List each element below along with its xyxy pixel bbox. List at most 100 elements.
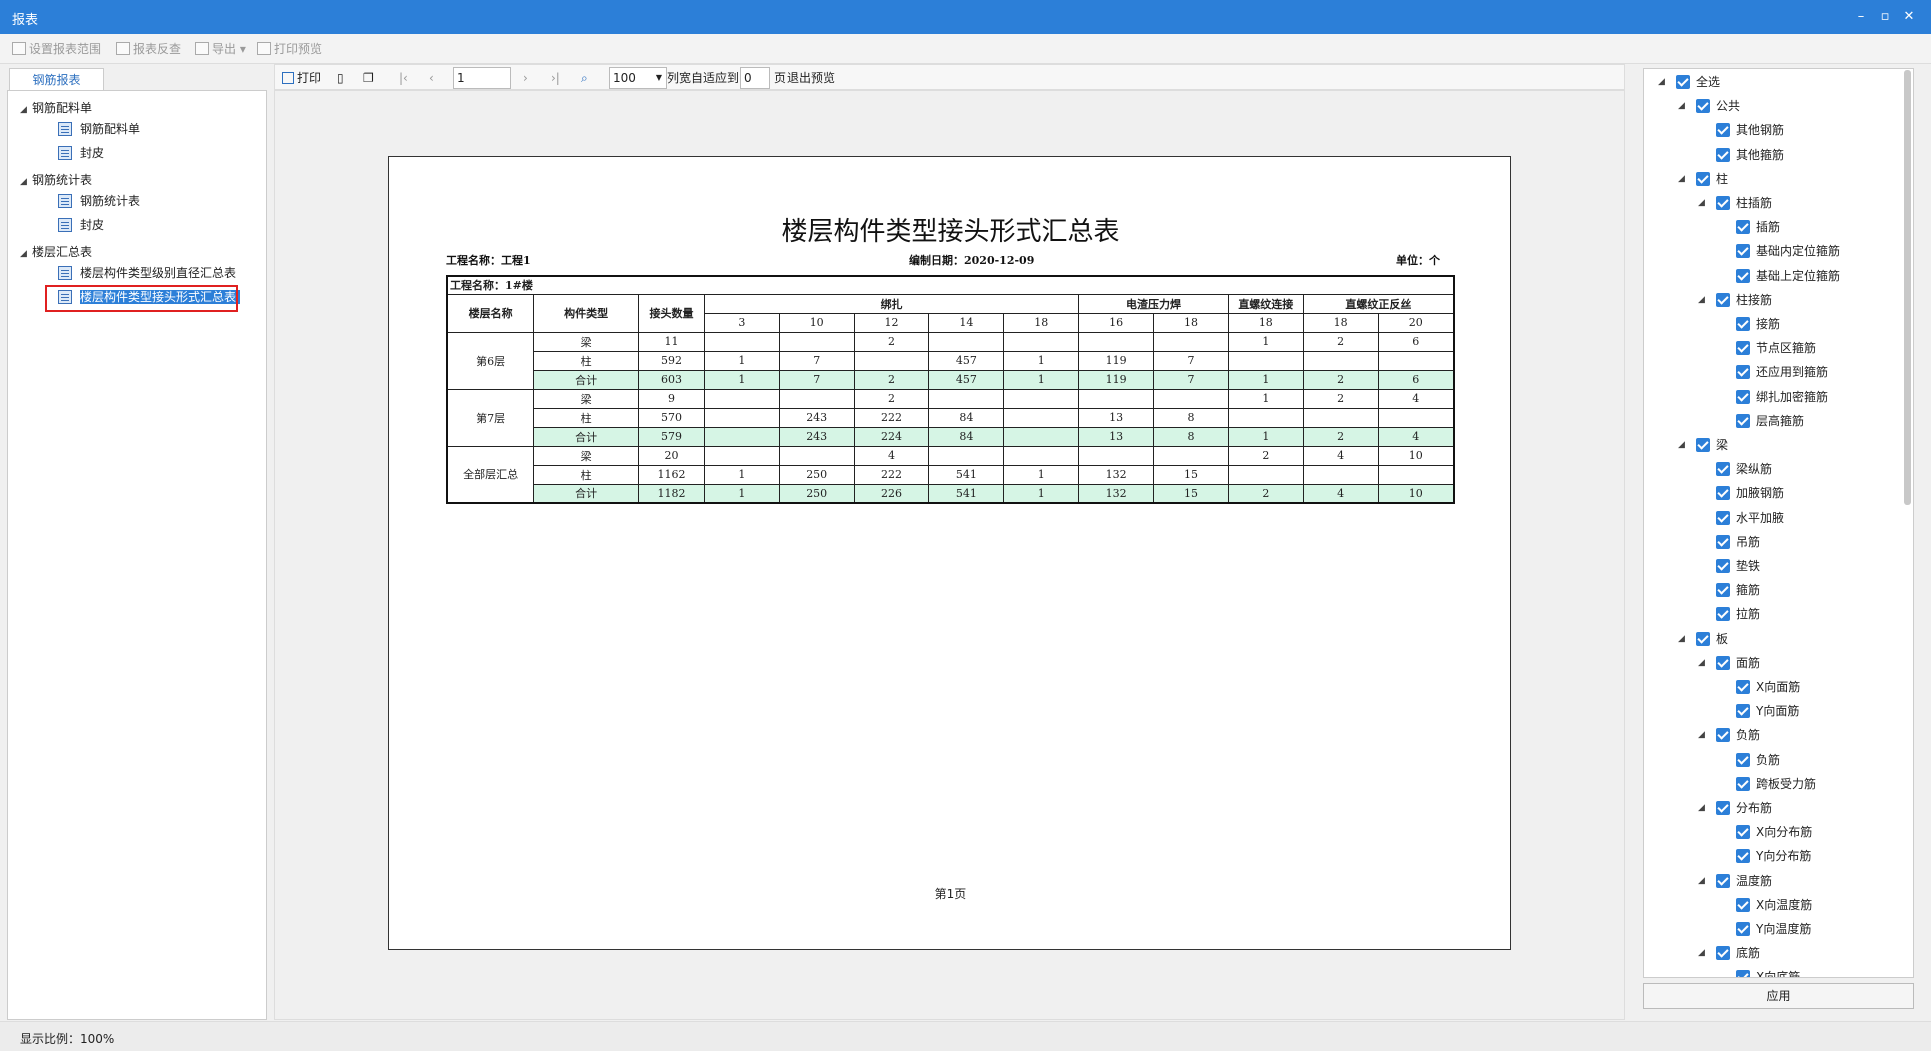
checkbox-checked-icon[interactable] bbox=[1716, 946, 1730, 961]
collapse-icon[interactable]: ◢ bbox=[1698, 291, 1710, 309]
checkbox-checked-icon[interactable] bbox=[1696, 99, 1710, 114]
checkbox-checked-icon[interactable] bbox=[1716, 123, 1730, 138]
prev-page-icon[interactable]: ‹ bbox=[429, 69, 434, 87]
collapse-icon[interactable]: ◢ bbox=[20, 101, 32, 119]
filter-item[interactable]: X向温度筋 bbox=[1736, 896, 1812, 914]
filter-item[interactable]: X向分布筋 bbox=[1736, 823, 1812, 841]
tree-item-stats-sheet[interactable]: 钢筋统计表 bbox=[58, 191, 140, 211]
filter-item[interactable]: X向面筋 bbox=[1736, 678, 1800, 696]
print-button[interactable]: 打印 bbox=[282, 69, 321, 87]
filter-item[interactable]: 其他箍筋 bbox=[1716, 146, 1784, 164]
collapse-icon[interactable]: ◢ bbox=[1678, 436, 1690, 454]
checkbox-checked-icon[interactable] bbox=[1716, 292, 1730, 307]
checkbox-checked-icon[interactable] bbox=[1696, 631, 1710, 646]
collapse-icon[interactable]: ◢ bbox=[20, 173, 32, 191]
checkbox-checked-icon[interactable] bbox=[1696, 171, 1710, 186]
checkbox-checked-icon[interactable] bbox=[1736, 244, 1750, 259]
checkbox-checked-icon[interactable] bbox=[1676, 75, 1690, 89]
checkbox-checked-icon[interactable] bbox=[1716, 801, 1730, 815]
zoom-select[interactable]: 100 ▼ bbox=[609, 67, 667, 89]
filter-item[interactable]: Y向温度筋 bbox=[1736, 920, 1811, 938]
checkbox-checked-icon[interactable] bbox=[1716, 510, 1730, 525]
filter-item[interactable]: ◢ 板 bbox=[1678, 630, 1728, 648]
collapse-icon[interactable]: ◢ bbox=[1658, 73, 1670, 91]
filter-item[interactable]: 垫铁 bbox=[1716, 557, 1760, 575]
filter-item[interactable]: ◢ 柱插筋 bbox=[1698, 194, 1772, 212]
tree-item-cover-1[interactable]: 封皮 bbox=[58, 143, 104, 163]
collapse-icon[interactable]: ◢ bbox=[1698, 872, 1710, 890]
page-number-input[interactable]: 1 bbox=[453, 67, 511, 89]
first-page-icon[interactable]: |‹ bbox=[399, 69, 408, 87]
close-icon[interactable]: ✕ bbox=[1900, 8, 1918, 26]
checkbox-checked-icon[interactable] bbox=[1716, 655, 1730, 670]
collapse-icon[interactable]: ◢ bbox=[1698, 726, 1710, 744]
tab-rebar-reports[interactable]: 钢筋报表 bbox=[9, 68, 104, 91]
checkbox-checked-icon[interactable] bbox=[1716, 462, 1730, 477]
tree-item-batch-sheet[interactable]: 钢筋配料单 bbox=[58, 119, 140, 139]
collapse-icon[interactable]: ◢ bbox=[1678, 630, 1690, 648]
checkbox-checked-icon[interactable] bbox=[1736, 970, 1750, 977]
checkbox-checked-icon[interactable] bbox=[1716, 873, 1730, 888]
filter-item[interactable]: Y向面筋 bbox=[1736, 702, 1799, 720]
tree-group-stats[interactable]: ◢ 钢筋统计表 bbox=[20, 171, 92, 189]
print-preview-button[interactable]: 打印预览 bbox=[257, 40, 322, 58]
checkbox-checked-icon[interactable] bbox=[1716, 583, 1730, 598]
checkbox-checked-icon[interactable] bbox=[1736, 341, 1750, 356]
collapse-icon[interactable]: ◢ bbox=[1698, 799, 1710, 817]
checkbox-checked-icon[interactable] bbox=[1736, 413, 1750, 428]
checkbox-checked-icon[interactable] bbox=[1736, 365, 1750, 380]
checkbox-checked-icon[interactable] bbox=[1716, 559, 1730, 573]
checkbox-checked-icon[interactable] bbox=[1736, 776, 1750, 791]
filter-item[interactable]: 负筋 bbox=[1736, 751, 1780, 769]
checkbox-checked-icon[interactable] bbox=[1736, 680, 1750, 694]
filter-item[interactable]: 节点区箍筋 bbox=[1736, 339, 1816, 357]
tree-group-batch[interactable]: ◢ 钢筋配料单 bbox=[20, 99, 92, 117]
filter-item[interactable]: 加腋钢筋 bbox=[1716, 484, 1784, 502]
set-range-button[interactable]: 设置报表范围 bbox=[12, 40, 101, 58]
collapse-icon[interactable]: ◢ bbox=[20, 245, 32, 263]
export-button[interactable]: 导出 ▾ bbox=[195, 40, 246, 58]
filter-item[interactable]: 跨板受力筋 bbox=[1736, 775, 1816, 793]
checkbox-checked-icon[interactable] bbox=[1736, 922, 1750, 936]
page-setup-icon[interactable]: ▯ bbox=[337, 69, 344, 87]
filter-item[interactable]: ◢ 梁 bbox=[1678, 436, 1728, 454]
checkbox-checked-icon[interactable] bbox=[1736, 849, 1750, 864]
collapse-icon[interactable]: ◢ bbox=[1678, 170, 1690, 188]
collapse-icon[interactable]: ◢ bbox=[1698, 194, 1710, 212]
filter-item[interactable]: ◢ 负筋 bbox=[1698, 726, 1760, 744]
filter-item[interactable]: 基础上定位箍筋 bbox=[1736, 267, 1840, 285]
checkbox-checked-icon[interactable] bbox=[1716, 147, 1730, 162]
filter-item[interactable]: 其他钢筋 bbox=[1716, 121, 1784, 139]
collapse-icon[interactable]: ◢ bbox=[1678, 97, 1690, 115]
filter-item[interactable]: 基础内定位箍筋 bbox=[1736, 242, 1840, 260]
checkbox-checked-icon[interactable] bbox=[1736, 897, 1750, 912]
checkbox-checked-icon[interactable] bbox=[1716, 728, 1730, 743]
filter-item[interactable]: ◢ 柱 bbox=[1678, 170, 1728, 188]
checkbox-checked-icon[interactable] bbox=[1716, 196, 1730, 210]
filter-scrollbar[interactable] bbox=[1904, 70, 1911, 505]
checkbox-checked-icon[interactable] bbox=[1716, 486, 1730, 501]
filter-item[interactable]: 水平加腋 bbox=[1716, 509, 1784, 527]
copy-icon[interactable]: ❐ bbox=[363, 69, 374, 87]
filter-item[interactable]: ◢ 柱接筋 bbox=[1698, 291, 1772, 309]
checkbox-checked-icon[interactable] bbox=[1736, 317, 1750, 331]
reverse-button[interactable]: 报表反查 bbox=[116, 40, 181, 58]
checkbox-checked-icon[interactable] bbox=[1736, 752, 1750, 767]
filter-item[interactable]: 吊筋 bbox=[1716, 533, 1760, 551]
filter-item[interactable]: ◢ 公共 bbox=[1678, 97, 1740, 115]
checkbox-checked-icon[interactable] bbox=[1736, 389, 1750, 404]
next-page-icon[interactable]: › bbox=[523, 69, 528, 87]
tree-item-cover-2[interactable]: 封皮 bbox=[58, 215, 104, 235]
last-page-icon[interactable]: ›| bbox=[551, 69, 560, 87]
checkbox-checked-icon[interactable] bbox=[1696, 438, 1710, 452]
checkbox-checked-icon[interactable] bbox=[1716, 534, 1730, 549]
checkbox-checked-icon[interactable] bbox=[1736, 220, 1750, 235]
filter-item[interactable]: 箍筋 bbox=[1716, 581, 1760, 599]
filter-item[interactable]: 梁纵筋 bbox=[1716, 460, 1772, 478]
filter-item[interactable]: Y向分布筋 bbox=[1736, 847, 1811, 865]
filter-item[interactable]: 绑扎加密箍筋 bbox=[1736, 388, 1828, 406]
minimize-icon[interactable]: – bbox=[1852, 8, 1870, 26]
checkbox-checked-icon[interactable] bbox=[1736, 704, 1750, 719]
filter-item[interactable]: ◢ 全选 bbox=[1658, 73, 1720, 91]
filter-item[interactable]: 拉筋 bbox=[1716, 605, 1760, 623]
